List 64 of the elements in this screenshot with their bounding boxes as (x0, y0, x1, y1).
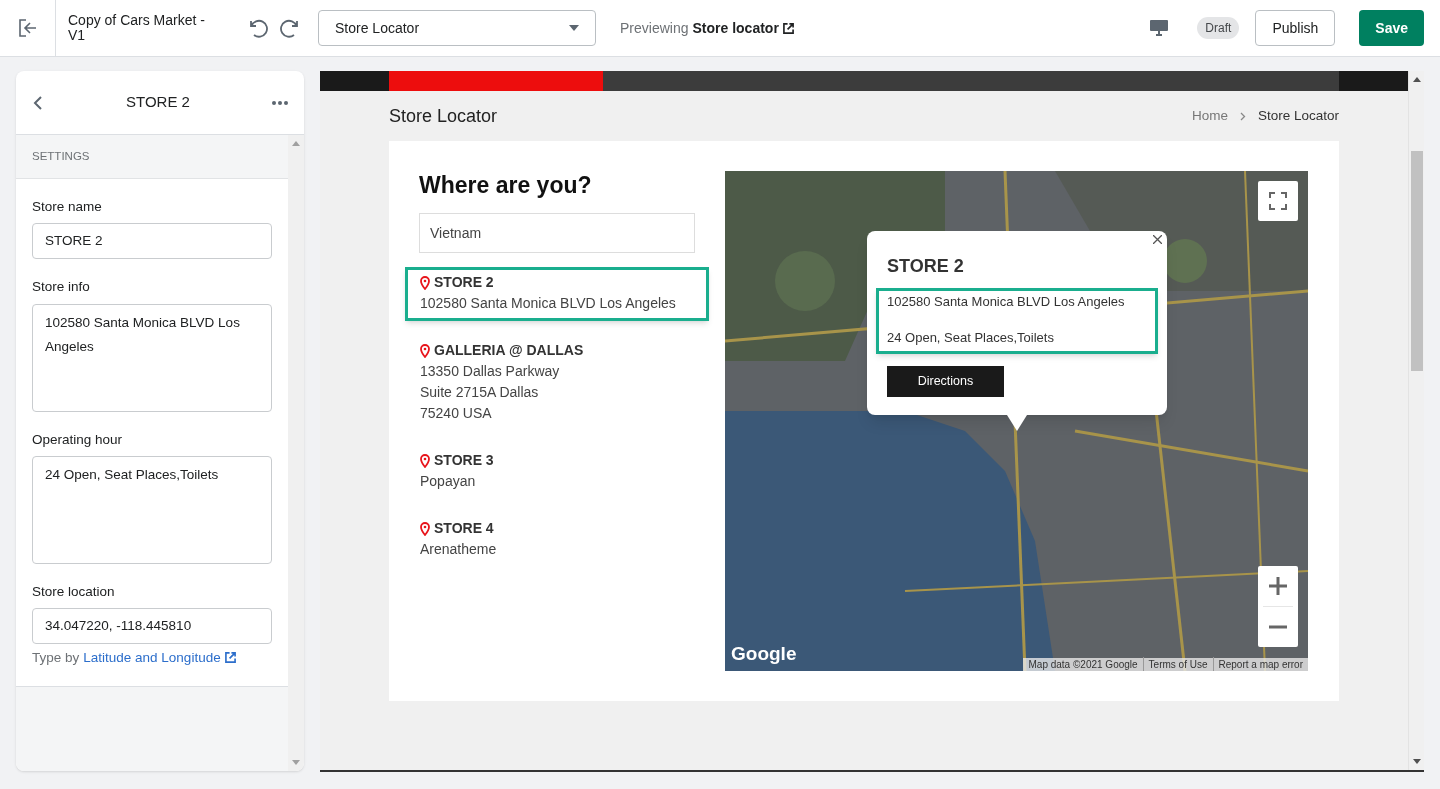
theme-title: Copy of Cars Market - V1 (68, 13, 206, 43)
section-heading: SETTINGS (32, 148, 90, 164)
zoom-in-icon[interactable] (1269, 577, 1287, 595)
breadcrumb[interactable]: Home (1191, 105, 1228, 127)
store-item[interactable]: STORE 4 Arenatheme (405, 513, 709, 567)
map-pin-icon (420, 521, 430, 536)
search-field[interactable]: Vietnam (419, 213, 695, 253)
page-select[interactable]: Store Locator (318, 10, 596, 46)
exit-icon[interactable] (16, 17, 39, 39)
external-link-icon (782, 22, 794, 34)
breadcrumb[interactable]: Store Locator (1257, 105, 1339, 127)
map-pin-icon (420, 453, 430, 468)
input-field[interactable]: 34.047220, -118.445810 (32, 608, 272, 644)
store-address: Arenatheme (420, 540, 498, 559)
map-attribution[interactable]: Report a map error (1212, 657, 1308, 671)
store-address: 13350 Dallas Parkway Suite 2715A Dallas 75240 USA (420, 362, 561, 423)
status-badge: Draft (1197, 17, 1240, 39)
scroll-down-icon[interactable] (1413, 759, 1421, 764)
map-attribution: Map data ©2021 Google (1027, 658, 1139, 671)
scroll-up-icon[interactable] (1413, 77, 1421, 82)
previewing-label: Previewing (620, 18, 689, 38)
store-name: STORE 4 (434, 519, 494, 538)
map-pin-icon (420, 343, 430, 358)
caret-icon (569, 25, 579, 31)
chevron-icon (1239, 111, 1246, 121)
map-logo: Google (731, 641, 797, 666)
scroll-thumb[interactable] (1411, 151, 1423, 371)
field-label: Store name (32, 198, 103, 216)
save-button[interactable]: Save (1359, 10, 1424, 46)
help-text: Type by (32, 649, 80, 667)
more-icon[interactable] (272, 100, 288, 105)
directions-button[interactable]: Directions (887, 366, 1004, 397)
store-address: 102580 Santa Monica BLVD Los Angeles (420, 294, 677, 313)
close-icon[interactable] (1153, 235, 1162, 244)
store-name: STORE 2 (434, 273, 494, 292)
scrollbar[interactable] (1408, 71, 1424, 770)
text-area[interactable]: 24 Open, Seat Places,Toilets (32, 455, 272, 564)
field-label: Store location (32, 582, 116, 601)
input-field[interactable]: STORE 2 (32, 223, 272, 260)
field-label: Operating hour (32, 430, 124, 449)
map-pin-icon (420, 275, 430, 290)
back-icon[interactable] (32, 95, 44, 110)
fullscreen-button[interactable] (1258, 181, 1298, 221)
store-item[interactable]: STORE 2 102580 Santa Monica BLVD Los Angeles (405, 267, 709, 321)
publish-button[interactable]: Publish (1255, 10, 1336, 46)
preview-page-link[interactable]: Store locator (692, 17, 794, 39)
fullscreen-icon (1269, 192, 1287, 210)
map-attribution[interactable]: Terms of Use (1142, 657, 1213, 671)
heading: Where are you? (419, 171, 593, 199)
store-item[interactable]: STORE 3 Popayan (405, 445, 709, 499)
field-label: Store info (32, 278, 91, 297)
external-link-icon (224, 652, 236, 663)
store-item[interactable]: GALLERIA @ DALLAS 13350 Dallas Parkway Suite 2715A Dallas 75240 USA (405, 335, 709, 431)
store-name: GALLERIA @ DALLAS (434, 341, 584, 360)
text-area[interactable]: 102580 Santa Monica BLVD Los Angeles (32, 303, 272, 412)
panel-title: STORE 2 (126, 92, 190, 113)
page-title: Store Locator (389, 104, 498, 128)
popup-title: STORE 2 (887, 255, 965, 278)
desktop-icon[interactable] (1149, 18, 1170, 38)
store-name: STORE 3 (434, 451, 494, 470)
help-link[interactable]: Latitude and Longitude (83, 648, 236, 669)
store-address: Popayan (420, 472, 477, 491)
zoom-out-icon[interactable] (1269, 625, 1287, 629)
popup-details: 102580 Santa Monica BLVD Los Angeles 24 Open, Seat Places,Toilets (876, 288, 1158, 354)
